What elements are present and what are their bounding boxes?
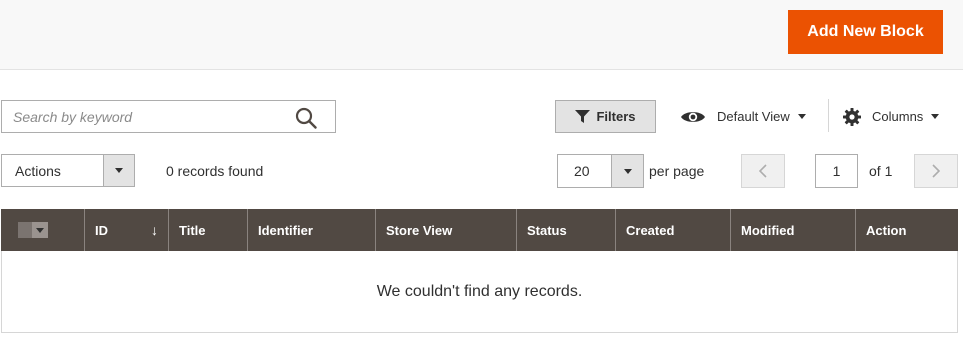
filters-button[interactable]: Filters [555,100,656,133]
mass-select-checkbox[interactable] [18,222,48,238]
column-header-id[interactable]: ID ↓ [85,209,169,251]
view-switcher[interactable]: Default View [680,100,806,133]
page-total: of 1 [869,163,893,179]
actions-label: Actions [15,162,61,179]
page-number-input[interactable] [815,154,858,188]
per-page-value: 20 [574,163,590,179]
actions-dropdown[interactable]: Actions [1,154,135,187]
chevron-left-icon [758,164,767,178]
sort-desc-icon: ↓ [151,222,158,238]
columns-control[interactable]: Columns [843,100,940,133]
per-page-select[interactable]: 20 [557,154,644,188]
add-new-block-button[interactable]: Add New Block [788,10,943,54]
toolbar-divider [828,99,829,132]
next-page-button[interactable] [914,154,958,188]
chevron-down-icon [797,114,806,119]
gear-icon [843,107,861,126]
column-header-action: Action [866,222,907,238]
eye-icon [681,111,705,122]
filter-icon [575,109,591,123]
previous-page-button[interactable] [741,154,785,188]
chevron-down-icon [115,168,123,173]
chevron-down-icon [623,168,632,174]
column-header-created[interactable]: Created [616,209,731,251]
filters-label: Filters [596,109,636,124]
column-header-identifier[interactable]: Identifier [248,209,376,251]
actions-dropdown-toggle[interactable] [103,155,134,186]
column-header-status[interactable]: Status [517,209,616,251]
column-header-modified[interactable]: Modified [731,209,856,251]
column-header-title[interactable]: Title [169,209,248,251]
search-icon[interactable] [295,107,317,129]
records-count: 0 records found [166,162,264,179]
search-box [1,100,336,133]
page-actions-bar: Add New Block [0,0,963,70]
search-input[interactable] [2,101,282,132]
column-header-store-view[interactable]: Store View [376,209,517,251]
chevron-right-icon [932,164,941,178]
per-page-toggle[interactable] [611,155,643,187]
view-label: Default View [717,109,790,124]
empty-grid-message: We couldn't find any records. [1,251,958,333]
data-grid: ID ↓ Title Identifier Store View Status … [1,209,958,333]
chevron-down-icon [931,114,940,119]
per-page-label: per page [649,163,705,179]
grid-header: ID ↓ Title Identifier Store View Status … [1,209,958,251]
columns-label: Columns [872,109,924,124]
mass-action-column [1,209,85,251]
